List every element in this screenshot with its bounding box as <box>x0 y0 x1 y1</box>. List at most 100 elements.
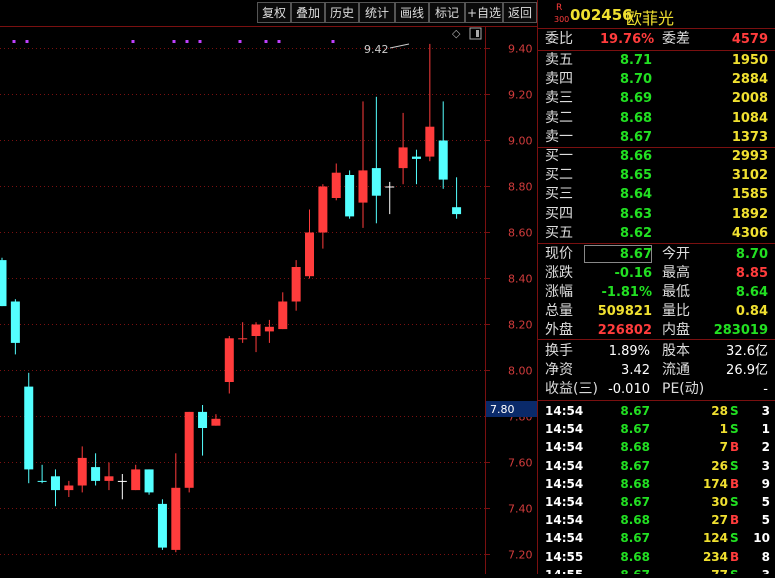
fund-label-right: PE(动) <box>662 381 705 397</box>
chart-corner-icons[interactable]: ◇ <box>452 27 482 40</box>
candle-body[interactable] <box>211 418 221 426</box>
candle-body[interactable] <box>171 487 181 550</box>
price-stat-row: 涨幅 -1.81% 最低 8.64 <box>538 283 775 302</box>
candle-body[interactable] <box>438 140 448 180</box>
candle-body[interactable] <box>10 301 20 343</box>
candle-body[interactable] <box>371 168 381 196</box>
candle-body[interactable] <box>385 186 395 188</box>
event-marker <box>172 40 176 43</box>
tick-row[interactable]: 14:54 8.68 174 B 9 <box>538 475 775 493</box>
candle-body[interactable] <box>331 172 341 198</box>
ask-level-label: 卖三 <box>545 90 573 107</box>
ask-level-label: 卖二 <box>545 109 573 126</box>
candle-body[interactable] <box>0 260 7 307</box>
candle-body[interactable] <box>425 126 435 157</box>
candle-body[interactable] <box>224 338 234 382</box>
candle-body[interactable] <box>318 186 328 233</box>
candle-body[interactable] <box>358 170 368 203</box>
diamond-icon[interactable]: ◇ <box>452 27 461 40</box>
history-button[interactable]: 历史 <box>325 2 359 23</box>
stock-code: 002456 <box>570 6 633 24</box>
fund-value-right: 26.9亿 <box>726 363 768 378</box>
high-annotation-text: 9.42 <box>364 43 389 56</box>
tick-side: S <box>730 495 739 509</box>
tick-row[interactable]: 14:55 8.67 77S 3 <box>538 566 775 574</box>
bid-volume: 2993 <box>731 149 768 164</box>
tick-time: 14:54 <box>545 422 584 437</box>
candle-body[interactable] <box>50 476 60 491</box>
candle-body[interactable] <box>251 324 261 337</box>
price-axis-label: 8.00 <box>508 365 533 378</box>
tick-price: 8.68 <box>620 513 650 528</box>
bid-level-label: 买二 <box>545 167 573 184</box>
event-marker <box>185 40 189 43</box>
tick-row[interactable]: 14:54 8.67 1 S 1 <box>538 420 775 438</box>
back-button[interactable]: 返回 <box>503 2 537 23</box>
bid-level-label: 买五 <box>545 224 573 241</box>
kline-chart[interactable]: 9.40 9.20 9.00 8.80 8.60 8.40 8.20 8.00 7.80 7.60… <box>0 26 537 574</box>
tick-row[interactable]: 14:54 8.67 26 S 3 <box>538 457 775 475</box>
restore-rights-button[interactable]: 复权 <box>257 2 291 23</box>
candle-body[interactable] <box>238 338 248 340</box>
candle-body[interactable] <box>198 411 208 428</box>
high-annotation-arrow <box>389 43 410 49</box>
candle-body[interactable] <box>77 457 87 486</box>
candle-body[interactable] <box>278 301 288 330</box>
fund-label-left: 净资 <box>545 362 573 378</box>
candle-body[interactable] <box>305 232 315 277</box>
tick-side: S <box>730 566 739 574</box>
ask-volume: 1950 <box>731 53 768 68</box>
tick-volume: 1 <box>719 422 728 437</box>
candle-body[interactable] <box>117 480 127 482</box>
ask-level-row: 卖三 8.69 2008 <box>538 89 775 108</box>
add-watchlist-button[interactable]: +自选 <box>465 2 503 23</box>
candle-body[interactable] <box>64 485 74 491</box>
candle-body[interactable] <box>131 469 141 491</box>
candle-body[interactable] <box>24 386 34 470</box>
fund-label-right: 股本 <box>662 343 690 359</box>
tick-row[interactable]: 14:54 8.67 30 S 5 <box>538 493 775 511</box>
candle-body[interactable] <box>452 207 462 215</box>
event-marker <box>238 40 242 43</box>
candles-group[interactable] <box>0 43 462 553</box>
tick-row[interactable]: 14:55 8.68 234 B 8 <box>538 548 775 566</box>
tick-price: 8.68 <box>620 476 650 491</box>
tick-row[interactable]: 14:54 8.68 7 B 2 <box>538 438 775 456</box>
stat-label-left: 涨跌 <box>545 265 573 281</box>
candle-body[interactable] <box>291 267 301 302</box>
candle-body[interactable] <box>104 476 114 481</box>
tick-side: S <box>730 458 739 473</box>
tick-row[interactable]: 14:54 8.68 27 B 5 <box>538 511 775 529</box>
bid-price: 8.63 <box>620 206 653 222</box>
draw-line-button[interactable]: 画线 <box>395 2 429 23</box>
tick-volume: 27 <box>711 513 728 528</box>
candle-body[interactable] <box>184 411 194 488</box>
candle-body[interactable] <box>398 147 408 169</box>
price-axis-label: 9.20 <box>508 89 533 102</box>
tick-count: 1 <box>761 422 770 437</box>
tick-row[interactable]: 14:54 8.67 124 S 10 <box>538 529 775 547</box>
tick-price: 8.67 <box>620 495 650 509</box>
order-ratio-row: 委比 19.76% 委差 4579 <box>538 30 775 49</box>
stat-value-right: 8.64 <box>735 285 768 300</box>
candle-body[interactable] <box>157 503 167 548</box>
tick-row[interactable]: 14:54 8.67 28 S 3 <box>538 402 775 420</box>
kline-svg[interactable]: 9.40 9.20 9.00 8.80 8.60 8.40 8.20 8.00 7.80 7.60… <box>0 26 537 574</box>
tick-time: 14:54 <box>545 476 584 491</box>
event-marker <box>331 40 335 43</box>
mark-button[interactable]: 标记 <box>429 2 465 23</box>
stat-label-left: 外盘 <box>545 322 573 338</box>
candle-body[interactable] <box>264 326 274 332</box>
overlay-button[interactable]: 叠加 <box>291 2 325 23</box>
window-toggle-icon[interactable] <box>469 27 482 40</box>
ask-level-row: 卖二 8.68 1084 <box>538 109 775 128</box>
high-annotation: 9.42 <box>364 43 410 56</box>
candle-body[interactable] <box>91 467 101 481</box>
statistics-button[interactable]: 统计 <box>359 2 395 23</box>
tick-side: B <box>730 476 740 491</box>
candle-body[interactable] <box>345 175 355 217</box>
candle-body[interactable] <box>144 469 154 493</box>
candle-body[interactable] <box>37 480 47 482</box>
candle-body[interactable] <box>411 156 421 159</box>
bid-volume: 4306 <box>731 225 768 241</box>
